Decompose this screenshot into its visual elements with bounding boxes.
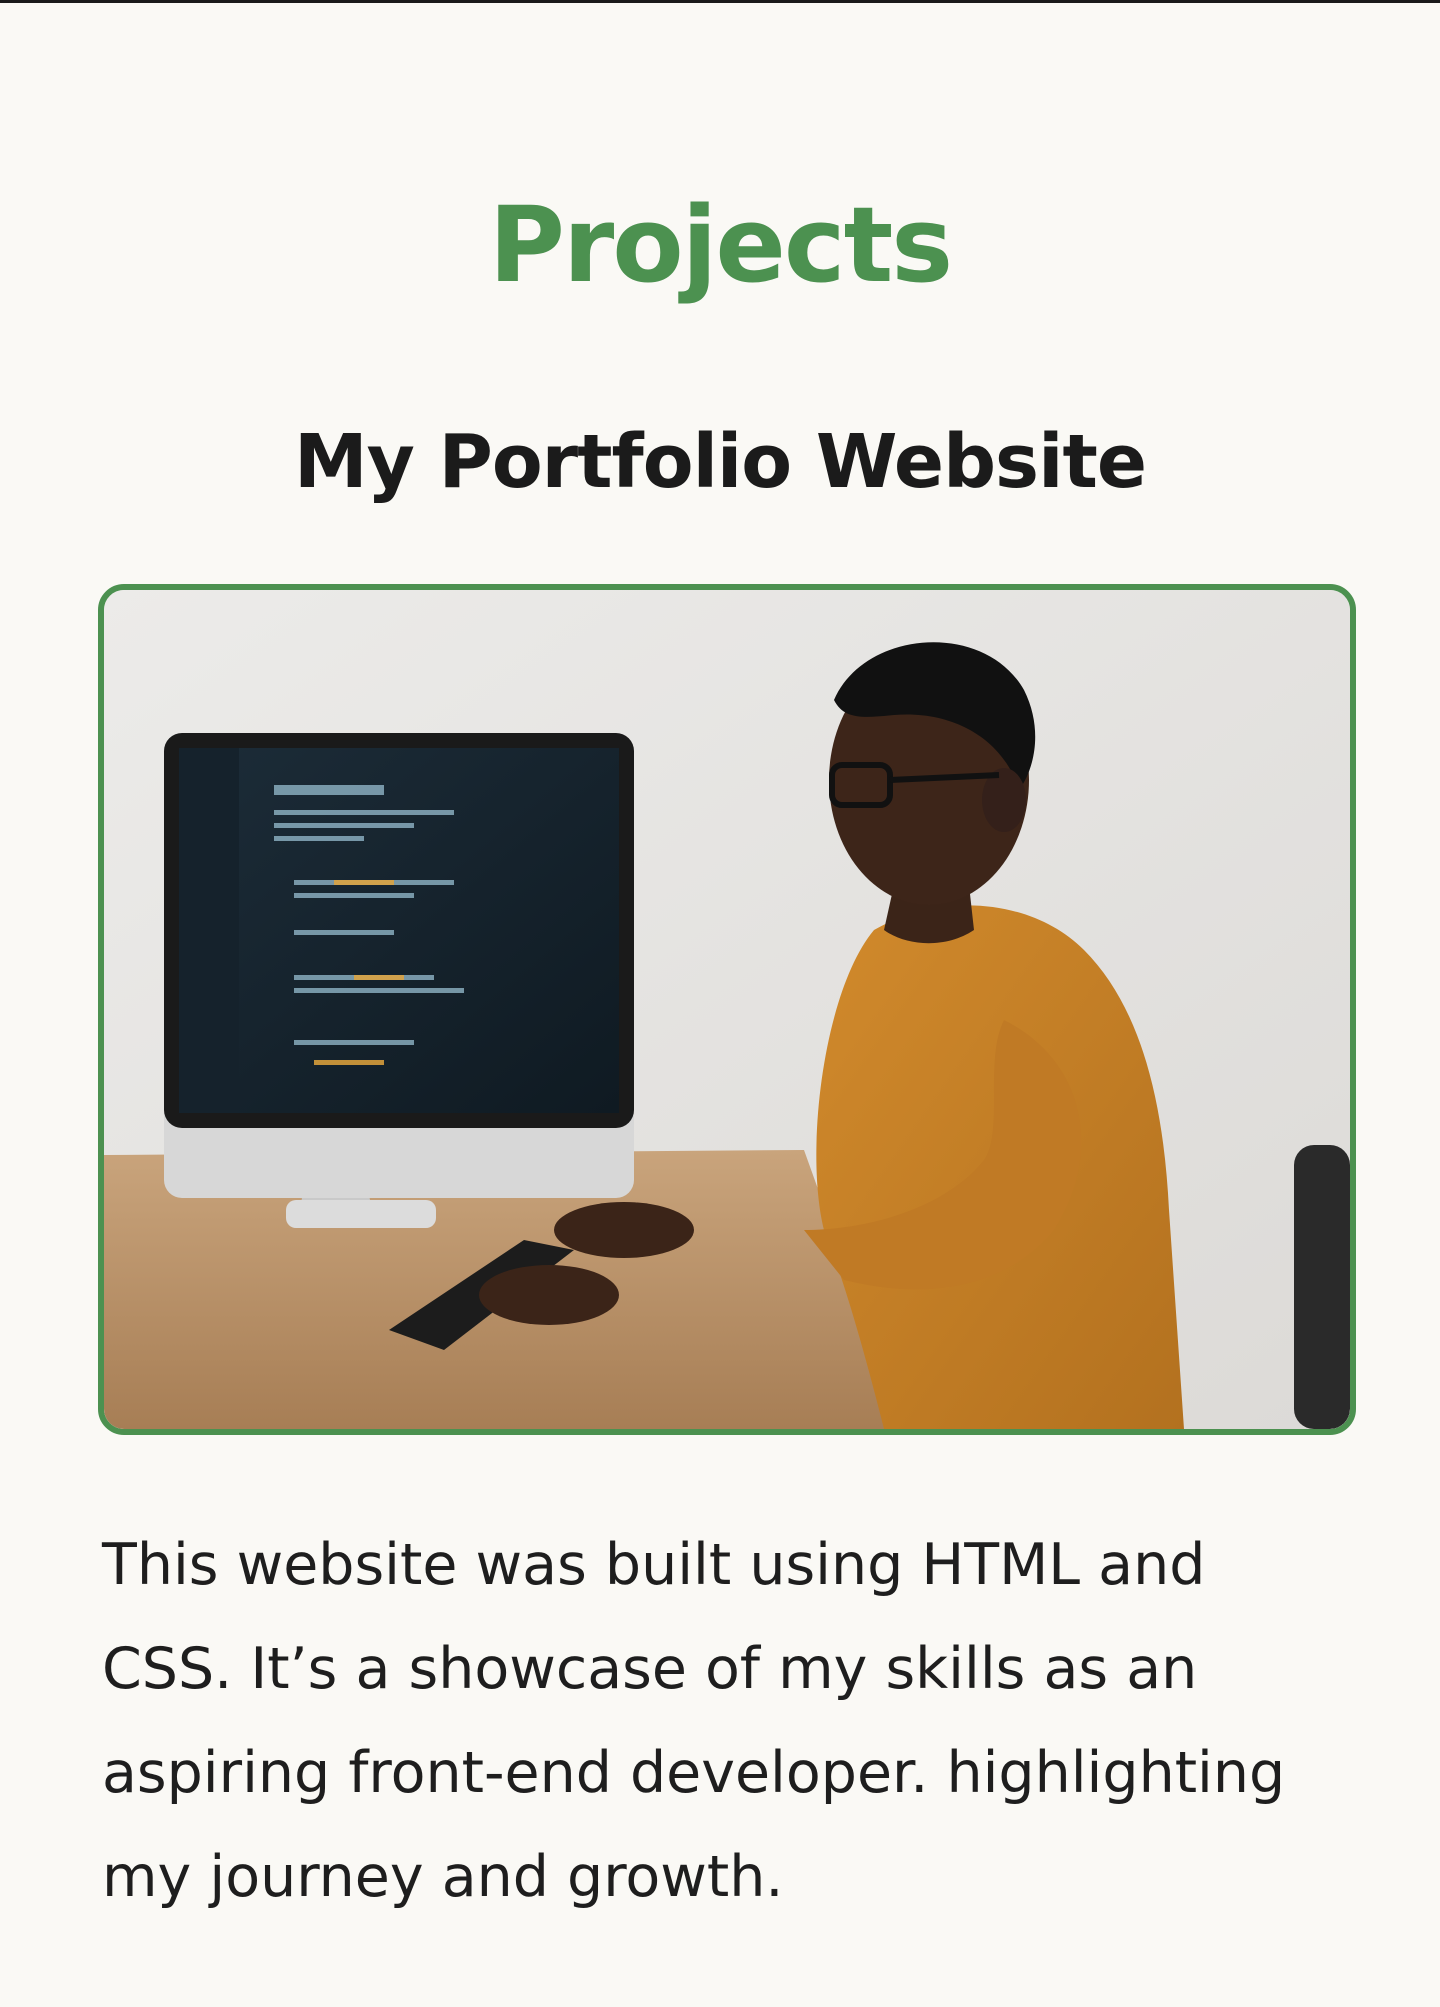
project-description: This website was built using HTML and CS… xyxy=(102,1532,1286,1910)
section-title: Projects xyxy=(488,184,953,306)
project-image xyxy=(98,584,1356,1435)
project-title: My Portfolio Website xyxy=(293,419,1147,505)
projects-section: Projects My Portfolio Website This websi… xyxy=(0,0,1440,2007)
